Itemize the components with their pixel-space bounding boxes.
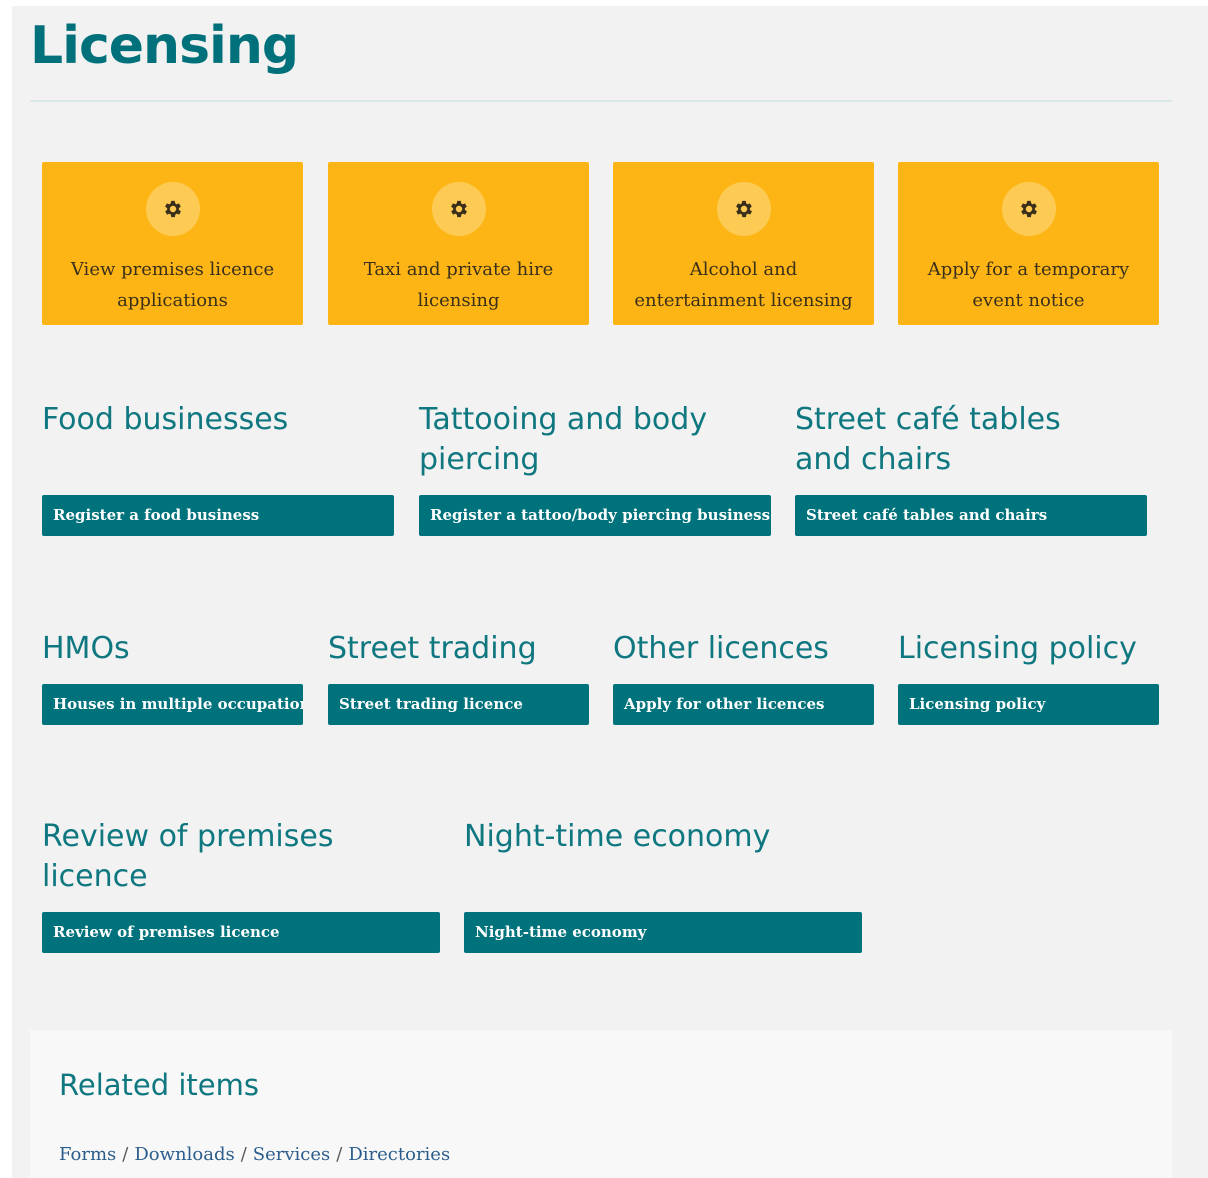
tile-label: Alcohol and entertainment licensing xyxy=(634,259,853,311)
tile-temporary-event-notice[interactable]: Apply for a temporary event notice xyxy=(898,162,1159,325)
tile-view-premises-licence-applications[interactable]: View premises licence applications xyxy=(42,162,303,325)
register-food-business-button[interactable]: Register a food business xyxy=(42,495,394,536)
related-link-directories[interactable]: Directories xyxy=(348,1144,450,1165)
section-heading-other-licences: Other licences xyxy=(613,629,893,669)
heading-text: Licensing policy xyxy=(898,631,1137,666)
related-link-forms[interactable]: Forms xyxy=(59,1144,116,1165)
heading-text: licence xyxy=(42,859,148,894)
gear-icon xyxy=(716,182,771,236)
section-heading-food-businesses: Food businesses xyxy=(42,400,392,440)
section-heading-night-time-economy: Night-time economy xyxy=(464,817,864,857)
related-link-downloads[interactable]: Downloads xyxy=(134,1144,234,1165)
section-heading-tattooing: Tattooing and body piercing xyxy=(419,400,779,480)
heading-text: Food businesses xyxy=(42,402,289,437)
section-heading-licensing-policy: Licensing policy xyxy=(898,629,1188,669)
apply-other-licences-button[interactable]: Apply for other licences xyxy=(613,684,874,725)
tile-label: Taxi and private hire licensing xyxy=(363,259,554,311)
street-cafe-tables-button[interactable]: Street café tables and chairs xyxy=(795,495,1147,536)
gear-icon xyxy=(1001,182,1056,236)
houses-multiple-occupation-button[interactable]: Houses in multiple occupation xyxy=(42,684,303,725)
separator: / xyxy=(122,1144,129,1165)
related-items-panel: Related items Forms / Downloads / Services / D… xyxy=(30,1030,1172,1178)
gear-icon xyxy=(145,182,200,236)
review-premises-licence-button[interactable]: Review of premises licence xyxy=(42,912,440,953)
section-heading-street-trading: Street trading xyxy=(328,629,598,669)
heading-text: and chairs xyxy=(795,442,952,477)
related-items-heading: Related items xyxy=(59,1068,259,1102)
section-heading-street-cafe: Street café tables and chairs xyxy=(795,400,1155,480)
tile-taxi-private-hire-licensing[interactable]: Taxi and private hire licensing xyxy=(328,162,589,325)
heading-text: Street trading xyxy=(328,631,537,666)
separator: / xyxy=(336,1144,343,1165)
related-link-services[interactable]: Services xyxy=(253,1144,330,1165)
title-divider xyxy=(30,100,1172,102)
register-tattoo-business-button[interactable]: Register a tattoo/body piercing business xyxy=(419,495,771,536)
separator: / xyxy=(240,1144,247,1165)
related-links: Forms / Downloads / Services / Directories xyxy=(59,1144,450,1165)
street-trading-licence-button[interactable]: Street trading licence xyxy=(328,684,589,725)
heading-text: HMOs xyxy=(42,631,130,666)
page-title: Licensing xyxy=(30,16,299,76)
heading-text: Other licences xyxy=(613,631,829,666)
tile-alcohol-entertainment-licensing[interactable]: Alcohol and entertainment licensing xyxy=(613,162,874,325)
page-container: Licensing View premises licence applicat… xyxy=(12,6,1208,1178)
heading-text: Night-time economy xyxy=(464,819,771,854)
tile-label: Apply for a temporary event notice xyxy=(927,259,1130,311)
gear-icon xyxy=(431,182,486,236)
tile-label: View premises licence applications xyxy=(70,259,275,311)
licensing-policy-button[interactable]: Licensing policy xyxy=(898,684,1159,725)
heading-text: Street café tables xyxy=(795,402,1061,437)
heading-text: Review of premises xyxy=(42,819,334,854)
section-heading-review-premises: Review of premises licence xyxy=(42,817,442,897)
heading-text: Tattooing and body xyxy=(419,402,708,437)
night-time-economy-button[interactable]: Night-time economy xyxy=(464,912,862,953)
section-heading-hmos: HMOs xyxy=(42,629,302,669)
heading-text: piercing xyxy=(419,442,540,477)
